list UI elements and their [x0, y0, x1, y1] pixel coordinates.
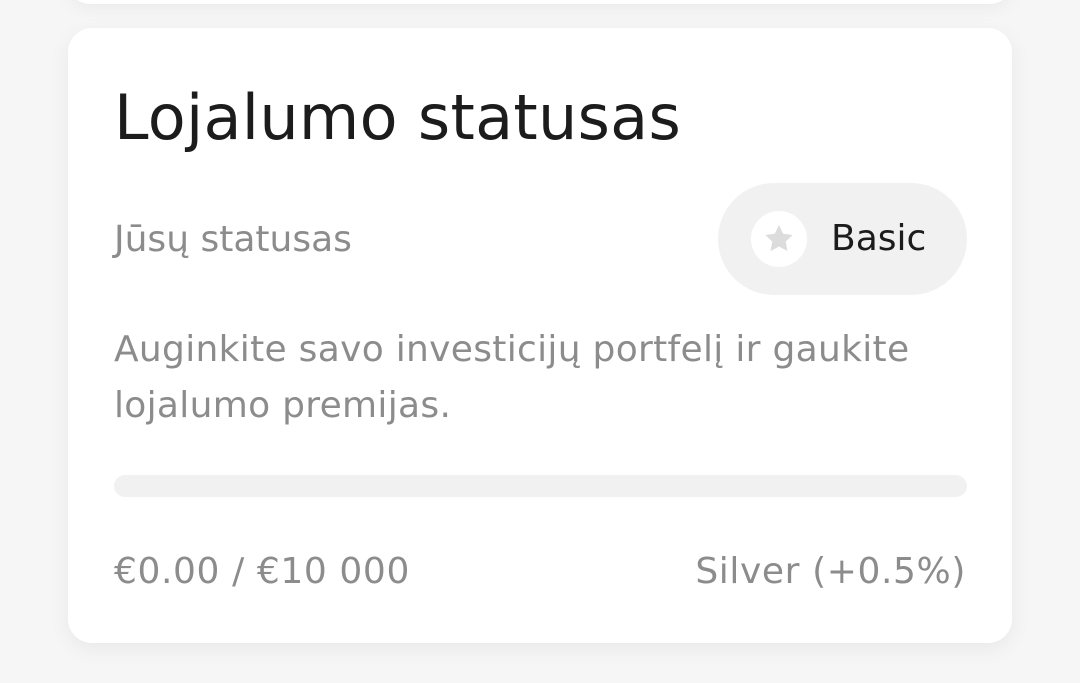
status-value: Basic: [831, 218, 927, 259]
previous-card-edge: [68, 0, 1012, 4]
card-title: Lojalumo statusas: [114, 81, 682, 154]
status-badge[interactable]: Basic: [718, 183, 967, 295]
loyalty-description: Auginkite savo investicijų portfelį ir g…: [114, 329, 910, 426]
star-icon: [765, 225, 793, 251]
status-label: Jūsų statusas: [114, 219, 352, 260]
star-badge: [751, 211, 807, 267]
progress-amount: €0.00 / €10 000: [114, 551, 410, 592]
loyalty-progress-bar: [114, 475, 967, 497]
next-tier-label: Silver (+0.5%): [695, 551, 966, 592]
loyalty-status-card: Lojalumo statusas Jūsų statusas Basic Au…: [68, 28, 1012, 643]
